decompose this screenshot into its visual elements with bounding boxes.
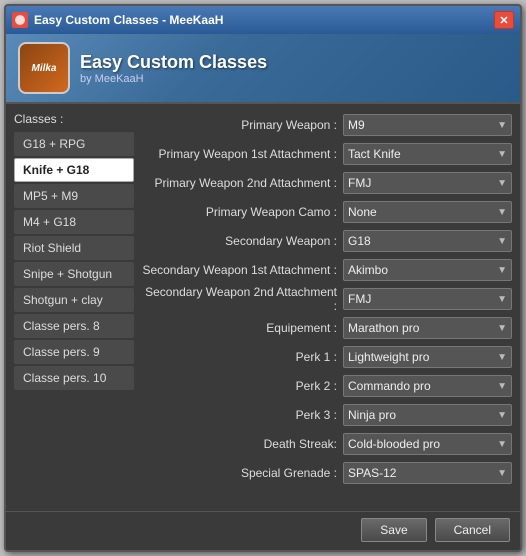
field-value-8: Lightweight pro [348, 350, 429, 364]
classes-label: Classes : [14, 112, 134, 126]
right-panel: Primary Weapon :M9▼Primary Weapon 1st At… [142, 112, 512, 503]
app-icon [12, 12, 28, 28]
header-area: Milka Easy Custom Classes by MeeKaaH [6, 34, 520, 104]
field-value-7: Marathon pro [348, 321, 419, 335]
dropdown-arrow-icon-11: ▼ [497, 439, 507, 450]
cancel-button[interactable]: Cancel [435, 518, 510, 542]
field-dropdown-1[interactable]: Tact Knife ▼ [343, 143, 512, 165]
field-row-2: Primary Weapon 2nd Attachment : FMJ ▼ [142, 170, 512, 196]
field-row-3: Primary Weapon Camo : None ▼ [142, 199, 512, 225]
field-label-12: Special Grenade : [142, 466, 337, 480]
dropdown-arrow-icon-4: ▼ [497, 236, 507, 247]
field-dropdown-9[interactable]: Commando pro ▼ [343, 375, 512, 397]
title-bar: Easy Custom Classes - MeeKaaH ✕ [6, 6, 520, 34]
field-label-2: Primary Weapon 2nd Attachment : [142, 176, 337, 190]
field-label-3: Primary Weapon Camo : [142, 205, 337, 219]
dropdown-arrow-icon-7: ▼ [497, 323, 507, 334]
field-dropdown-12[interactable]: SPAS-12 ▼ [343, 462, 512, 484]
dropdown-arrow-icon-5: ▼ [497, 265, 507, 276]
class-item-c2[interactable]: Knife + G18 [14, 158, 134, 182]
field-row-1: Primary Weapon 1st Attachment : Tact Knif… [142, 141, 512, 167]
dropdown-arrow-icon-3: ▼ [497, 207, 507, 218]
field-label-8: Perk 1 : [142, 350, 337, 364]
field-value-12: SPAS-12 [348, 466, 396, 480]
window-title: Easy Custom Classes - MeeKaaH [34, 13, 223, 27]
class-item-c5[interactable]: Riot Shield [14, 236, 134, 260]
field-row-7: Equipement : Marathon pro ▼ [142, 315, 512, 341]
dropdown-arrow-icon-10: ▼ [497, 410, 507, 421]
field-label-0: Primary Weapon : [142, 118, 337, 132]
class-list: G18 + RPGKnife + G18MP5 + M9M4 + G18Riot… [14, 132, 134, 390]
content-area: Classes : G18 + RPGKnife + G18MP5 + M9M4… [6, 104, 520, 511]
close-button[interactable]: ✕ [494, 11, 514, 29]
save-button[interactable]: Save [361, 518, 426, 542]
app-logo: Milka [18, 42, 70, 94]
app-title-area: Easy Custom Classes by MeeKaaH [80, 52, 267, 85]
app-title: Easy Custom Classes [80, 52, 267, 73]
field-value-1: Tact Knife [348, 147, 401, 161]
class-item-c3[interactable]: MP5 + M9 [14, 184, 134, 208]
class-item-c10[interactable]: Classe pers. 10 [14, 366, 134, 390]
class-item-c1[interactable]: G18 + RPG [14, 132, 134, 156]
class-item-c4[interactable]: M4 + G18 [14, 210, 134, 234]
field-row-0: Primary Weapon : M9 ▼ [142, 112, 512, 138]
field-value-5: Akimbo [348, 263, 388, 277]
field-row-8: Perk 1 : Lightweight pro ▼ [142, 344, 512, 370]
title-bar-left: Easy Custom Classes - MeeKaaH [12, 12, 223, 28]
field-value-11: Cold-blooded pro [348, 437, 440, 451]
field-value-10: Ninja pro [348, 408, 396, 422]
field-dropdown-2[interactable]: FMJ ▼ [343, 172, 512, 194]
class-item-c7[interactable]: Shotgun + clay [14, 288, 134, 312]
class-item-c8[interactable]: Classe pers. 8 [14, 314, 134, 338]
field-label-10: Perk 3 : [142, 408, 337, 422]
field-dropdown-5[interactable]: Akimbo ▼ [343, 259, 512, 281]
dropdown-arrow-icon-6: ▼ [497, 294, 507, 305]
class-item-c9[interactable]: Classe pers. 9 [14, 340, 134, 364]
field-value-0: M9 [348, 118, 365, 132]
field-row-5: Secondary Weapon 1st Attachment : Akimbo ▼ [142, 257, 512, 283]
field-label-1: Primary Weapon 1st Attachment : [142, 147, 337, 161]
left-panel: Classes : G18 + RPGKnife + G18MP5 + M9M4… [14, 112, 134, 503]
logo-text: Milka [31, 63, 56, 74]
field-label-6: Secondary Weapon 2nd Attachment : [142, 285, 337, 313]
dropdown-arrow-icon-8: ▼ [497, 352, 507, 363]
field-dropdown-8[interactable]: Lightweight pro ▼ [343, 346, 512, 368]
field-dropdown-4[interactable]: G18 ▼ [343, 230, 512, 252]
field-value-4: G18 [348, 234, 371, 248]
field-row-11: Death Streak: Cold-blooded pro ▼ [142, 431, 512, 457]
field-label-4: Secondary Weapon : [142, 234, 337, 248]
field-dropdown-3[interactable]: None ▼ [343, 201, 512, 223]
dropdown-arrow-icon-2: ▼ [497, 178, 507, 189]
field-dropdown-11[interactable]: Cold-blooded pro ▼ [343, 433, 512, 455]
field-value-2: FMJ [348, 176, 371, 190]
field-row-10: Perk 3 : Ninja pro ▼ [142, 402, 512, 428]
field-label-11: Death Streak: [142, 437, 337, 451]
class-item-c6[interactable]: Snipe + Shotgun [14, 262, 134, 286]
dropdown-arrow-icon-1: ▼ [497, 149, 507, 160]
field-dropdown-7[interactable]: Marathon pro ▼ [343, 317, 512, 339]
field-row-12: Special Grenade : SPAS-12 ▼ [142, 460, 512, 486]
field-row-4: Secondary Weapon : G18 ▼ [142, 228, 512, 254]
field-value-3: None [348, 205, 377, 219]
field-dropdown-6[interactable]: FMJ ▼ [343, 288, 512, 310]
field-label-9: Perk 2 : [142, 379, 337, 393]
main-window: Easy Custom Classes - MeeKaaH ✕ Milka Ea… [4, 4, 522, 552]
field-row-9: Perk 2 : Commando pro ▼ [142, 373, 512, 399]
dropdown-arrow-icon-9: ▼ [497, 381, 507, 392]
field-row-6: Secondary Weapon 2nd Attachment : FMJ ▼ [142, 286, 512, 312]
field-label-7: Equipement : [142, 321, 337, 335]
field-value-6: FMJ [348, 292, 371, 306]
field-value-9: Commando pro [348, 379, 431, 393]
bottom-bar: Save Cancel [6, 511, 520, 550]
dropdown-arrow-icon-12: ▼ [497, 468, 507, 479]
dropdown-arrow-icon-0: ▼ [497, 120, 507, 131]
app-subtitle: by MeeKaaH [80, 73, 267, 85]
field-label-5: Secondary Weapon 1st Attachment : [142, 263, 337, 277]
field-dropdown-0[interactable]: M9 ▼ [343, 114, 512, 136]
field-dropdown-10[interactable]: Ninja pro ▼ [343, 404, 512, 426]
